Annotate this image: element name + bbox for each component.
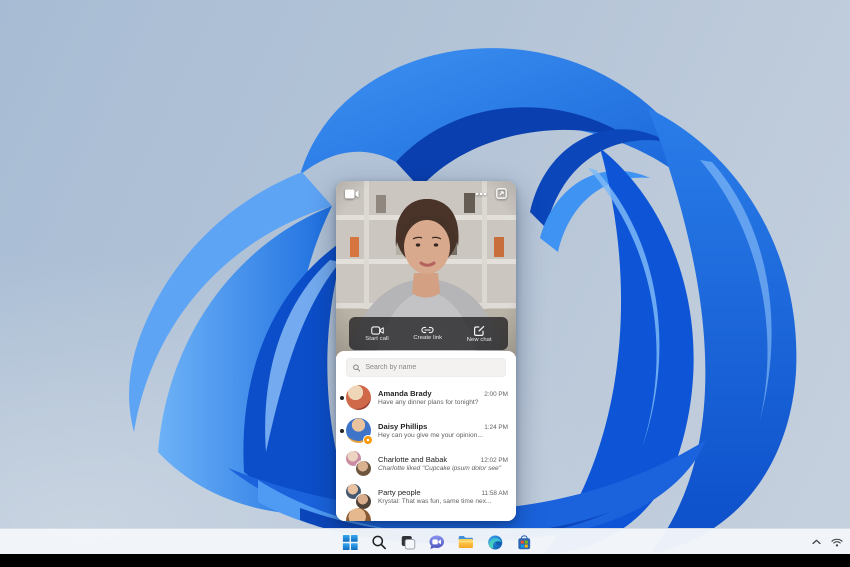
system-tray [810, 529, 845, 555]
avatar [346, 385, 371, 410]
teams-chat-flyout: Start call Create link New chat [336, 181, 516, 521]
more-ellipsis-icon[interactable] [475, 192, 487, 196]
desktop: Start call Create link New chat [0, 0, 850, 567]
chat-row-daisy-phillips[interactable]: Daisy Phillips 1:24 PM Hey can you give … [336, 414, 516, 447]
chat-list-panel: Amanda Brady 2:00 PM Have any dinner pla… [336, 351, 516, 521]
start-call-label: Start call [365, 336, 389, 342]
edge-icon [487, 535, 502, 550]
chat-preview: Krystal: That was fun, same time nex... [378, 498, 508, 505]
chat-name: Party people [378, 488, 475, 497]
unread-dot [340, 396, 344, 400]
start-button[interactable] [339, 531, 361, 553]
task-view-button[interactable] [397, 531, 419, 553]
chat-preview: Hey can you give me your opinion... [378, 432, 508, 439]
chat-name: Daisy Phillips [378, 422, 478, 431]
create-link-button[interactable]: Create link [413, 326, 442, 341]
start-call-button[interactable]: Start call [365, 326, 389, 342]
taskbar [0, 528, 850, 554]
new-chat-icon [474, 325, 485, 336]
windows-start-icon [342, 535, 357, 550]
video-preview[interactable]: Start call Create link New chat [336, 181, 516, 357]
search-box[interactable] [346, 358, 506, 377]
create-link-label: Create link [413, 335, 442, 341]
tray-overflow-chevron-icon[interactable] [810, 537, 823, 547]
search-icon [371, 535, 386, 550]
taskbar-search-button[interactable] [368, 531, 390, 553]
teams-chat-icon [429, 535, 445, 550]
chat-row-partial[interactable] [336, 513, 516, 521]
chat-time: 12:02 PM [481, 457, 508, 464]
open-window-icon[interactable] [496, 188, 507, 199]
new-chat-button[interactable]: New chat [467, 325, 492, 343]
group-avatar [346, 484, 371, 509]
file-explorer-icon [458, 535, 474, 549]
video-camera-icon[interactable] [345, 189, 359, 199]
video-call-icon [371, 326, 384, 335]
teams-chat-button[interactable] [426, 531, 448, 553]
edge-button[interactable] [484, 531, 506, 553]
search-input[interactable] [365, 364, 499, 371]
taskbar-center-icons [339, 529, 535, 555]
chat-preview: Have any dinner plans for tonight? [378, 399, 508, 406]
group-avatar [346, 451, 371, 476]
chat-list: Amanda Brady 2:00 PM Have any dinner pla… [336, 381, 516, 521]
bottom-letterbox [0, 554, 850, 567]
chat-name: Charlotte and Babak [378, 455, 475, 464]
chat-row-charlotte-and-babak[interactable]: Charlotte and Babak 12:02 PM Charlotte l… [336, 447, 516, 480]
new-chat-label: New chat [467, 337, 492, 343]
microsoft-store-icon [516, 535, 531, 550]
chat-row-amanda-brady[interactable]: Amanda Brady 2:00 PM Have any dinner pla… [336, 381, 516, 414]
chat-time: 2:00 PM [484, 391, 508, 398]
away-status-badge [363, 435, 373, 445]
unread-dot [340, 429, 344, 433]
search-icon [353, 364, 360, 372]
file-explorer-button[interactable] [455, 531, 477, 553]
link-icon [421, 326, 434, 334]
microsoft-store-button[interactable] [513, 531, 535, 553]
video-action-bar: Start call Create link New chat [349, 317, 508, 350]
chat-time: 1:24 PM [484, 424, 508, 431]
avatar [346, 418, 371, 443]
chat-time: 11:58 AM [481, 490, 508, 497]
chat-name: Amanda Brady [378, 389, 478, 398]
chat-preview: Charlotte liked "Cupcake ipsum dolor see… [378, 465, 508, 472]
task-view-icon [400, 535, 415, 550]
wifi-icon[interactable] [829, 536, 845, 549]
